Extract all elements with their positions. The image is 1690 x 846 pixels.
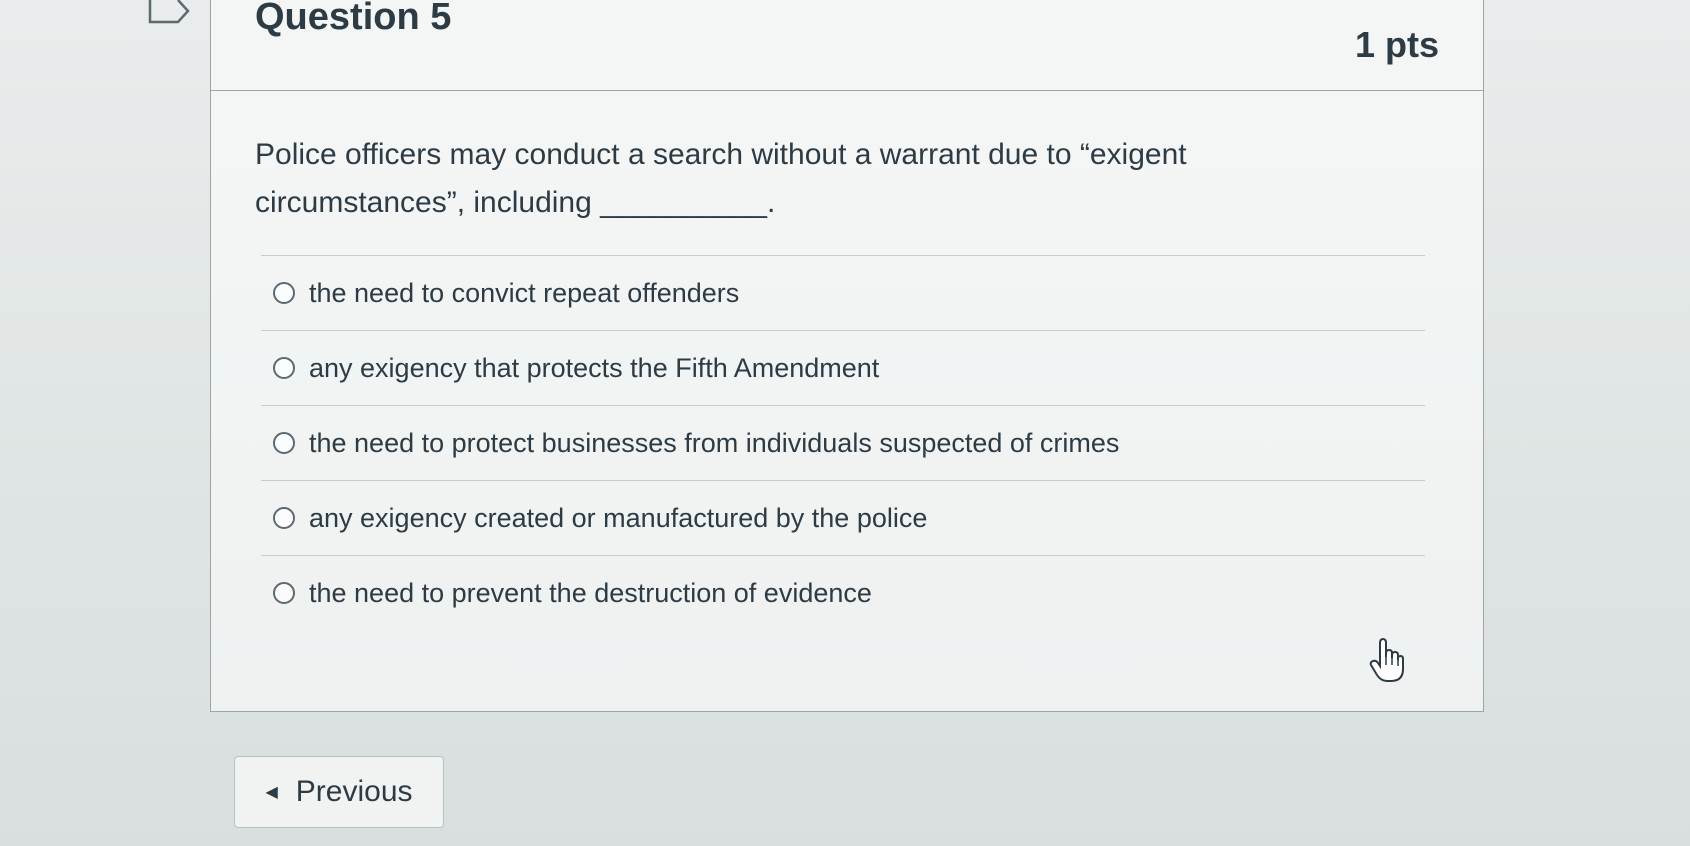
answer-list: the need to convict repeat offenders any… [261,255,1425,630]
answer-label: any exigency that protects the Fifth Ame… [309,352,880,383]
question-points: 1 pts [1354,24,1439,65]
chevron-left-icon: ◀ [265,784,278,801]
answer-label: the need to prevent the destruction of e… [309,577,872,608]
radio-button[interactable] [273,432,295,454]
answer-label: the need to convict repeat offenders [309,277,740,308]
question-body: Police officers may conduct a search wit… [211,91,1483,630]
hand-cursor-icon [1369,637,1404,682]
radio-button[interactable] [273,357,295,379]
radio-button[interactable] [273,507,295,529]
answer-option-4[interactable]: any exigency created or manufactured by … [261,481,1425,556]
answer-option-3[interactable]: the need to protect businesses from indi… [261,406,1425,481]
previous-button-label: Previous [295,775,413,808]
question-card: Question 5 1 pts Police officers may con… [210,0,1484,712]
answer-option-5[interactable]: the need to prevent the destruction of e… [261,556,1425,630]
question-text: Police officers may conduct a search wit… [255,138,1187,219]
answer-label: any exigency created or manufactured by … [309,502,928,533]
answer-label: the need to protect businesses from indi… [309,427,1120,458]
previous-button[interactable]: ◀ Previous [234,756,444,828]
answer-option-1[interactable]: the need to convict repeat offenders [261,256,1425,331]
question-header: Question 5 1 pts [211,0,1483,91]
radio-button[interactable] [273,582,295,604]
flag-icon[interactable] [148,0,190,26]
radio-button[interactable] [273,282,295,304]
question-title: Question 5 [255,0,452,38]
answer-option-2[interactable]: any exigency that protects the Fifth Ame… [261,331,1425,406]
